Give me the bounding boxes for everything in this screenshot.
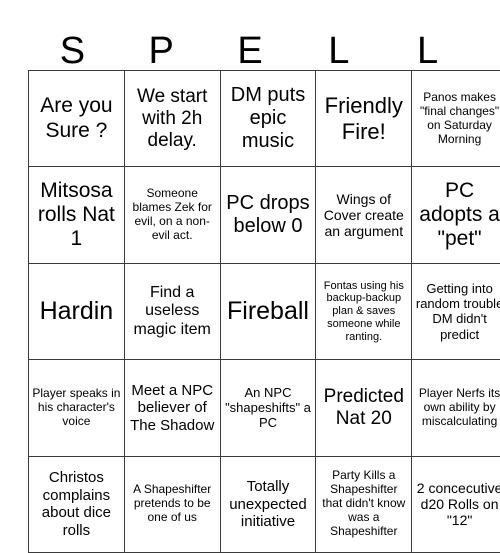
header-letter-4: L bbox=[294, 20, 383, 70]
bingo-cell[interactable]: Panos makes "final changes" on Saturday … bbox=[412, 71, 500, 167]
bingo-cell-text: Hardin bbox=[32, 297, 121, 326]
bingo-cell[interactable]: Player speaks in his character's voice bbox=[29, 360, 125, 456]
bingo-cell-text: Friendly Fire! bbox=[319, 93, 408, 144]
bingo-cell[interactable]: PC drops below 0 bbox=[220, 167, 316, 263]
bingo-cell-text: Mitsosa rolls Nat 1 bbox=[32, 179, 121, 252]
bingo-cell-text: A Shapeshifter pretends to be one of us bbox=[128, 483, 217, 525]
header-letter-3: E bbox=[206, 20, 295, 70]
bingo-cell-text: Party Kills a Shapeshifter that didn't k… bbox=[319, 469, 408, 539]
bingo-row: Hardin Find a useless magic item Firebal… bbox=[29, 263, 500, 359]
bingo-cell-text: Someone blames Zek for evil, on a non-ev… bbox=[128, 187, 217, 243]
bingo-grid: Are you Sure ? We start with 2h delay. D… bbox=[28, 70, 500, 553]
bingo-cell[interactable]: Player Nerfs its own ability by miscalcu… bbox=[412, 360, 500, 456]
bingo-cell[interactable]: PC adopts a "pet" bbox=[412, 167, 500, 263]
bingo-cell[interactable]: A Shapeshifter pretends to be one of us bbox=[124, 456, 220, 552]
bingo-cell-text: Player speaks in his character's voice bbox=[32, 387, 121, 429]
bingo-cell-text: Panos makes "final changes" on Saturday … bbox=[415, 91, 500, 147]
bingo-row: Are you Sure ? We start with 2h delay. D… bbox=[29, 71, 500, 167]
bingo-cell[interactable]: Find a useless magic item bbox=[124, 263, 220, 359]
bingo-cell-text: Wings of Cover create an argument bbox=[319, 191, 408, 240]
bingo-cell-text: We start with 2h delay. bbox=[128, 86, 217, 152]
bingo-cell-text: 2 concecutive d20 Rolls on "12" bbox=[415, 480, 500, 529]
bingo-row: Christos complains about dice rolls A Sh… bbox=[29, 456, 500, 552]
bingo-cell[interactable]: Friendly Fire! bbox=[316, 71, 412, 167]
bingo-header-row: S P E L L bbox=[28, 20, 472, 70]
bingo-cell-text: PC drops below 0 bbox=[224, 192, 313, 238]
bingo-cell[interactable]: Wings of Cover create an argument bbox=[316, 167, 412, 263]
bingo-row: Player speaks in his character's voice M… bbox=[29, 360, 500, 456]
header-letter-1: S bbox=[28, 20, 117, 70]
bingo-cell-text: Find a useless magic item bbox=[128, 284, 217, 340]
bingo-cell-text: Getting into random trouble DM didn't pr… bbox=[415, 281, 500, 341]
bingo-cell[interactable]: Fireball bbox=[220, 263, 316, 359]
bingo-cell-text: PC adopts a "pet" bbox=[415, 179, 500, 252]
bingo-cell-text: Predicted Nat 20 bbox=[319, 386, 408, 430]
bingo-cell[interactable]: Getting into random trouble DM didn't pr… bbox=[412, 263, 500, 359]
bingo-cell-text: Are you Sure ? bbox=[32, 94, 121, 143]
bingo-cell-text: Totally unexpected initiative bbox=[224, 478, 313, 530]
bingo-row: Mitsosa rolls Nat 1 Someone blames Zek f… bbox=[29, 167, 500, 263]
header-letter-5: L bbox=[383, 20, 472, 70]
bingo-cell-text: Meet a NPC believer of The Shadow bbox=[128, 382, 217, 434]
bingo-cell[interactable]: Someone blames Zek for evil, on a non-ev… bbox=[124, 167, 220, 263]
bingo-cell-text: Fontas using his backup-backup plan & sa… bbox=[319, 280, 408, 344]
bingo-card: S P E L L Are you Sure ? We start with 2… bbox=[28, 20, 472, 553]
bingo-cell-text: Fireball bbox=[224, 297, 313, 326]
bingo-cell[interactable]: Are you Sure ? bbox=[29, 71, 125, 167]
bingo-cell[interactable]: 2 concecutive d20 Rolls on "12" bbox=[412, 456, 500, 552]
bingo-cell-text: Player Nerfs its own ability by miscalcu… bbox=[415, 387, 500, 429]
bingo-cell[interactable]: Predicted Nat 20 bbox=[316, 360, 412, 456]
bingo-cell-text: An NPC "shapeshifts" a PC bbox=[224, 385, 313, 430]
bingo-cell[interactable]: Hardin bbox=[29, 263, 125, 359]
bingo-cell[interactable]: An NPC "shapeshifts" a PC bbox=[220, 360, 316, 456]
bingo-cell[interactable]: DM puts epic music bbox=[220, 71, 316, 167]
bingo-cell[interactable]: Mitsosa rolls Nat 1 bbox=[29, 167, 125, 263]
bingo-cell[interactable]: We start with 2h delay. bbox=[124, 71, 220, 167]
bingo-cell[interactable]: Fontas using his backup-backup plan & sa… bbox=[316, 263, 412, 359]
bingo-cell-text: Christos complains about dice rolls bbox=[32, 469, 121, 539]
bingo-cell[interactable]: Totally unexpected initiative bbox=[220, 456, 316, 552]
header-letter-2: P bbox=[117, 20, 206, 70]
bingo-cell-text: DM puts epic music bbox=[224, 84, 313, 154]
bingo-cell[interactable]: Party Kills a Shapeshifter that didn't k… bbox=[316, 456, 412, 552]
bingo-cell[interactable]: Christos complains about dice rolls bbox=[29, 456, 125, 552]
bingo-cell[interactable]: Meet a NPC believer of The Shadow bbox=[124, 360, 220, 456]
